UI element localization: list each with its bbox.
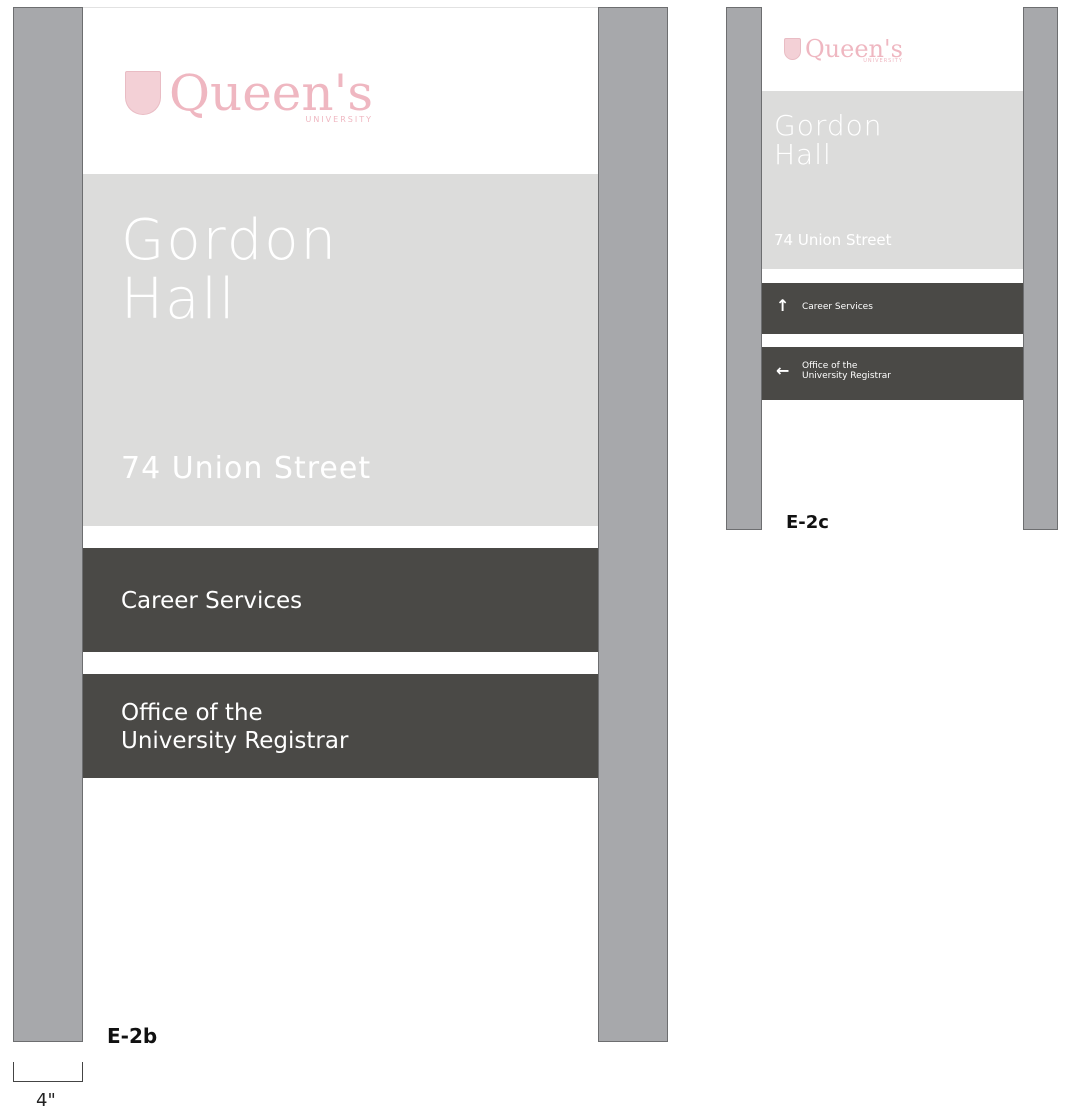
directory-item-label: Career Services: [121, 588, 303, 614]
left-post: [13, 7, 83, 1042]
queens-logo: Queen's UNIVERSITY: [784, 31, 903, 67]
logo-wordmark: Queen's UNIVERSITY: [805, 35, 903, 64]
sign-e2b: Queen's UNIVERSITY Gordon Hall 74 Union …: [13, 7, 668, 1048]
sign-e2c: Queen's UNIVERSITY Gordon Hall 74 Union …: [726, 7, 1058, 533]
sign-panel: Queen's UNIVERSITY Gordon Hall 74 Union …: [83, 7, 598, 1048]
left-post: [726, 7, 762, 530]
sign-label: E-2c: [786, 512, 829, 533]
right-post: [598, 7, 668, 1042]
directory-item-label: Office of the University Registrar: [121, 700, 349, 754]
sign-panel: Queen's UNIVERSITY Gordon Hall 74 Union …: [762, 7, 1023, 533]
scale-label: 4": [36, 1090, 56, 1111]
directory-item-label: Career Services: [802, 302, 873, 312]
crest-icon: [784, 38, 801, 60]
directory-item-registrar: Office of the University Registrar: [83, 674, 598, 778]
directory-item-career-services: ↑ Career Services: [762, 283, 1023, 334]
building-address: 74 Union Street: [774, 231, 892, 249]
building-address: 74 Union Street: [121, 451, 372, 486]
directory-item-career-services: Career Services: [83, 548, 598, 652]
directory-item-registrar: ← Office of the University Registrar: [762, 347, 1023, 400]
building-name: Gordon Hall: [121, 208, 338, 332]
right-post: [1023, 7, 1058, 530]
building-name-block: Gordon Hall 74 Union Street: [762, 91, 1023, 269]
directory-item-label: Office of the University Registrar: [802, 361, 891, 382]
sign-label: E-2b: [107, 1024, 158, 1048]
building-name: Gordon Hall: [774, 109, 883, 172]
queens-logo: Queen's UNIVERSITY: [125, 58, 373, 128]
building-name-block: Gordon Hall 74 Union Street: [83, 174, 598, 526]
logo-wordmark: Queen's UNIVERSITY: [169, 64, 373, 124]
logo-subtext: UNIVERSITY: [305, 115, 373, 124]
arrow-up-icon: ↑: [776, 296, 790, 315]
arrow-left-icon: ←: [776, 361, 790, 380]
crest-icon: [125, 71, 161, 115]
logo-subtext: UNIVERSITY: [863, 58, 903, 64]
scale-bracket: [13, 1062, 83, 1082]
